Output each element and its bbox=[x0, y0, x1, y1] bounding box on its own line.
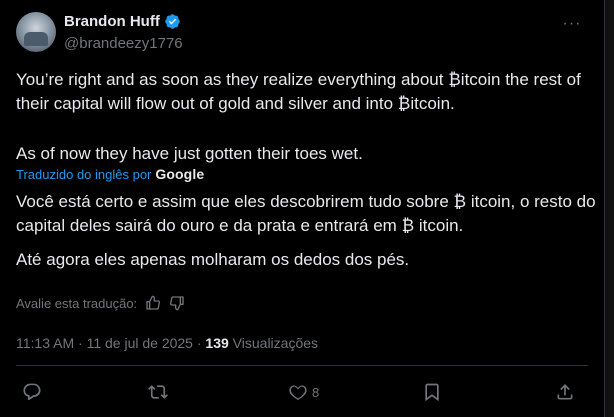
views-count: 139 bbox=[205, 335, 229, 351]
like-count: 8 bbox=[312, 384, 320, 400]
tweet-paragraph-2: As of now they have just gotten their to… bbox=[16, 144, 363, 163]
more-options-icon[interactable]: ··· bbox=[562, 14, 582, 34]
retweet-icon bbox=[148, 385, 168, 399]
scrollbar[interactable] bbox=[604, 0, 614, 417]
share-button[interactable] bbox=[555, 380, 575, 404]
translated-paragraph-1: Você está certo e assim que eles descobr… bbox=[16, 192, 596, 235]
divider bbox=[16, 365, 588, 366]
meta-separator: · bbox=[196, 335, 202, 351]
google-logo: Google bbox=[155, 166, 205, 182]
tweet-date[interactable]: 11 de jul de 2025 bbox=[87, 335, 193, 351]
rate-translation-label: Avalie esta tradução: bbox=[16, 295, 138, 311]
tweet-time[interactable]: 11:13 AM bbox=[16, 335, 74, 351]
meta-separator: · bbox=[78, 335, 83, 351]
author-display-name[interactable]: Brandon Huff bbox=[64, 13, 160, 30]
avatar[interactable] bbox=[16, 12, 56, 52]
like-button[interactable]: 8 bbox=[288, 380, 319, 404]
verified-badge-icon bbox=[165, 14, 180, 29]
bookmark-button[interactable] bbox=[422, 380, 446, 404]
action-bar: 8 bbox=[0, 380, 604, 408]
tweet: Brandon Huff @brandeezy1776 ··· You’re r… bbox=[0, 0, 604, 417]
reply-button[interactable] bbox=[22, 380, 46, 404]
retweet-button[interactable] bbox=[148, 380, 172, 404]
heart-icon bbox=[289, 385, 307, 401]
tweet-meta: 11:13 AM · 11 de jul de 2025 · 139 Visua… bbox=[16, 335, 318, 351]
translation-label: Traduzido do inglês por bbox=[16, 166, 152, 182]
bookmark-icon bbox=[425, 383, 439, 402]
translated-paragraph-2: Até agora eles apenas molharam os dedos … bbox=[16, 250, 410, 269]
author-handle[interactable]: @brandeezy1776 bbox=[64, 35, 183, 52]
thumbs-up-icon[interactable] bbox=[145, 295, 161, 311]
reply-icon bbox=[23, 383, 41, 401]
rate-translation: Avalie esta tradução: bbox=[16, 295, 185, 311]
thumbs-down-icon[interactable] bbox=[169, 295, 185, 311]
tweet-paragraph-1: You’re right and as soon as they realize… bbox=[16, 70, 581, 113]
translation-attribution[interactable]: Traduzido do inglês por Google bbox=[16, 166, 204, 182]
share-icon bbox=[557, 384, 573, 400]
author-name-row: Brandon Huff bbox=[64, 13, 181, 30]
views-label: Visualizações bbox=[232, 335, 319, 351]
